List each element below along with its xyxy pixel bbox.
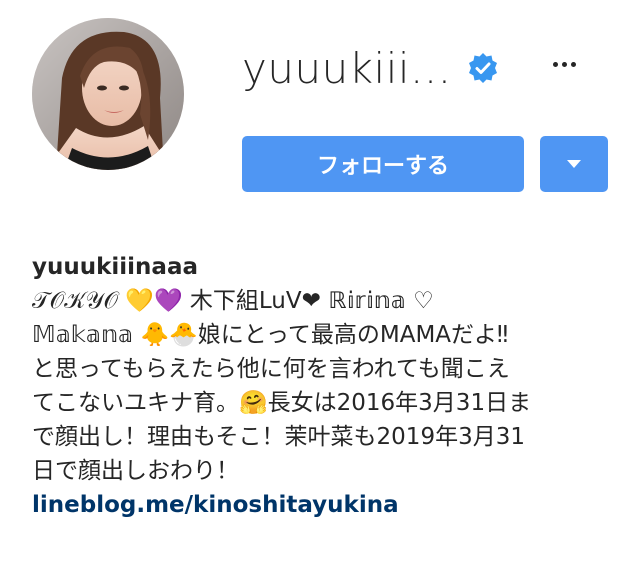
profile-avatar[interactable]	[32, 18, 184, 170]
username: yuuukiii...	[242, 43, 452, 93]
more-dot	[570, 61, 576, 67]
profile-page: yuuukiii... フォローする yuuukiiinaaa 𝒯𝒪𝒦𝒴𝒪 💛💜…	[0, 0, 640, 570]
bio-line: で顔出し！理由もそこ！茉叶菜も2019年3月31	[32, 424, 525, 450]
bio-line: てこないユキナ育。🤗長女は2016年3月31日ま	[32, 390, 532, 416]
bio-full-name: yuuukiiinaaa	[32, 254, 198, 280]
bio-line: と思ってもらえたら他に何を言われても聞こえ	[32, 356, 510, 382]
profile-bio: yuuukiiinaaa 𝒯𝒪𝒦𝒴𝒪 💛💜 木下組LuV❤ ℝ𝕚𝕣𝕚𝕟𝕒 ♡ 𝕄…	[32, 250, 612, 522]
more-options-icon[interactable]	[548, 48, 580, 80]
more-dot	[552, 61, 558, 67]
suggestions-dropdown-button[interactable]	[540, 136, 608, 192]
follow-button[interactable]: フォローする	[242, 136, 524, 192]
username-row: yuuukiii...	[242, 38, 500, 98]
bio-website-link[interactable]: lineblog.me/kinoshitayukina	[32, 488, 399, 522]
bio-line: 𝕄𝕒𝕜𝕒𝕟𝕒 🐥🐣娘にとって最高のMAMAだよ‼	[32, 322, 509, 348]
caret-down-icon	[567, 160, 581, 168]
bio-line: 𝒯𝒪𝒦𝒴𝒪 💛💜 木下組LuV❤ ℝ𝕚𝕣𝕚𝕟𝕒 ♡	[32, 288, 434, 314]
avatar-photo	[32, 18, 184, 170]
more-dot	[561, 61, 567, 67]
verified-badge-icon	[466, 51, 500, 85]
bio-line: 日で顔出しおわり！	[32, 458, 239, 484]
